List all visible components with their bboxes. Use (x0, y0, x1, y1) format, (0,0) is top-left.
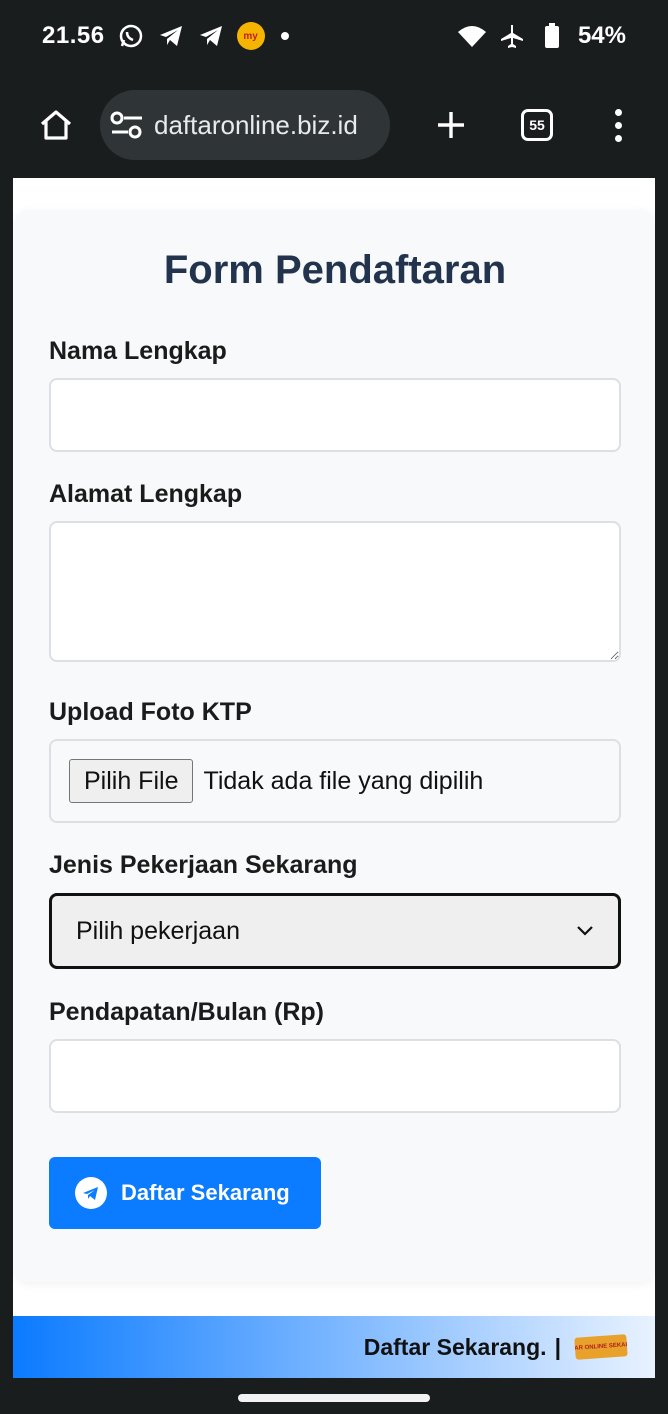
ktp-file-input[interactable]: Pilih File Tidak ada file yang dipilih (49, 739, 621, 823)
name-label: Nama Lengkap (49, 337, 227, 365)
ktp-label: Upload Foto KTP (49, 698, 252, 726)
address-label: Alamat Lengkap (49, 480, 243, 508)
url-text: daftaronline.biz.id (154, 109, 358, 140)
tab-switcher-button[interactable]: 55 (512, 100, 562, 150)
income-input[interactable] (49, 1039, 621, 1113)
telegram-icon (75, 1177, 107, 1209)
new-tab-button[interactable] (426, 100, 476, 150)
tab-count: 55 (521, 109, 553, 141)
bottom-banner[interactable]: Daftar Sekarang. | DAFTAR ONLINE SEKARAN… (13, 1316, 655, 1378)
chevron-down-icon (577, 926, 593, 936)
battery-percentage: 54% (577, 22, 626, 49)
job-label: Jenis Pekerjaan Sekarang (49, 851, 358, 879)
browser-menu-button[interactable] (598, 100, 638, 150)
web-page: Form Pendaftaran Nama Lengkap Alamat Len… (13, 178, 655, 1378)
banner-separator: | (554, 1333, 561, 1360)
whatsapp-icon (117, 22, 145, 50)
status-time: 21.56 (42, 22, 105, 49)
airplane-icon (498, 22, 526, 50)
mymb-icon: my (236, 22, 265, 50)
registration-form: Form Pendaftaran Nama Lengkap Alamat Len… (15, 210, 655, 1282)
address-bar[interactable]: daftaronline.biz.id (100, 90, 390, 160)
home-icon (40, 110, 72, 140)
banner-logo-text: DAFTAR ONLINE SEKARANG (574, 1341, 628, 1353)
form-title: Form Pendaftaran (163, 248, 507, 292)
income-label: Pendapatan/Bulan (Rp) (49, 998, 325, 1026)
banner-logo: DAFTAR ONLINE SEKARANG (574, 1334, 628, 1360)
banner-text: Daftar Sekarang. (363, 1333, 547, 1360)
choose-file-button[interactable]: Pilih File (69, 759, 194, 803)
battery-icon (538, 22, 566, 50)
file-status-text: Tidak ada file yang dipilih (203, 766, 484, 795)
plus-icon (438, 112, 464, 138)
status-bar: 21.56 my 54% (0, 0, 668, 72)
system-icons: 54% (457, 22, 626, 50)
wifi-icon (457, 22, 486, 50)
home-button[interactable] (24, 93, 88, 157)
gesture-nav-handle[interactable] (238, 1394, 430, 1402)
notification-icons: my (117, 22, 289, 50)
site-settings-icon[interactable] (110, 111, 144, 139)
submit-button-label: Daftar Sekarang (121, 1180, 290, 1205)
submit-button[interactable]: Daftar Sekarang (49, 1157, 321, 1229)
name-input[interactable] (49, 378, 621, 452)
telegram-icon (197, 22, 225, 50)
telegram-icon (157, 22, 185, 50)
address-textarea[interactable] (49, 521, 621, 662)
menu-dot (614, 108, 622, 116)
dot-icon (280, 32, 289, 40)
job-select[interactable]: Pilih pekerjaan (49, 893, 621, 969)
browser-toolbar: daftaronline.biz.id 55 (0, 72, 668, 178)
menu-dot (614, 134, 622, 142)
job-selected-value: Pilih pekerjaan (76, 916, 240, 945)
menu-dot (614, 121, 622, 129)
